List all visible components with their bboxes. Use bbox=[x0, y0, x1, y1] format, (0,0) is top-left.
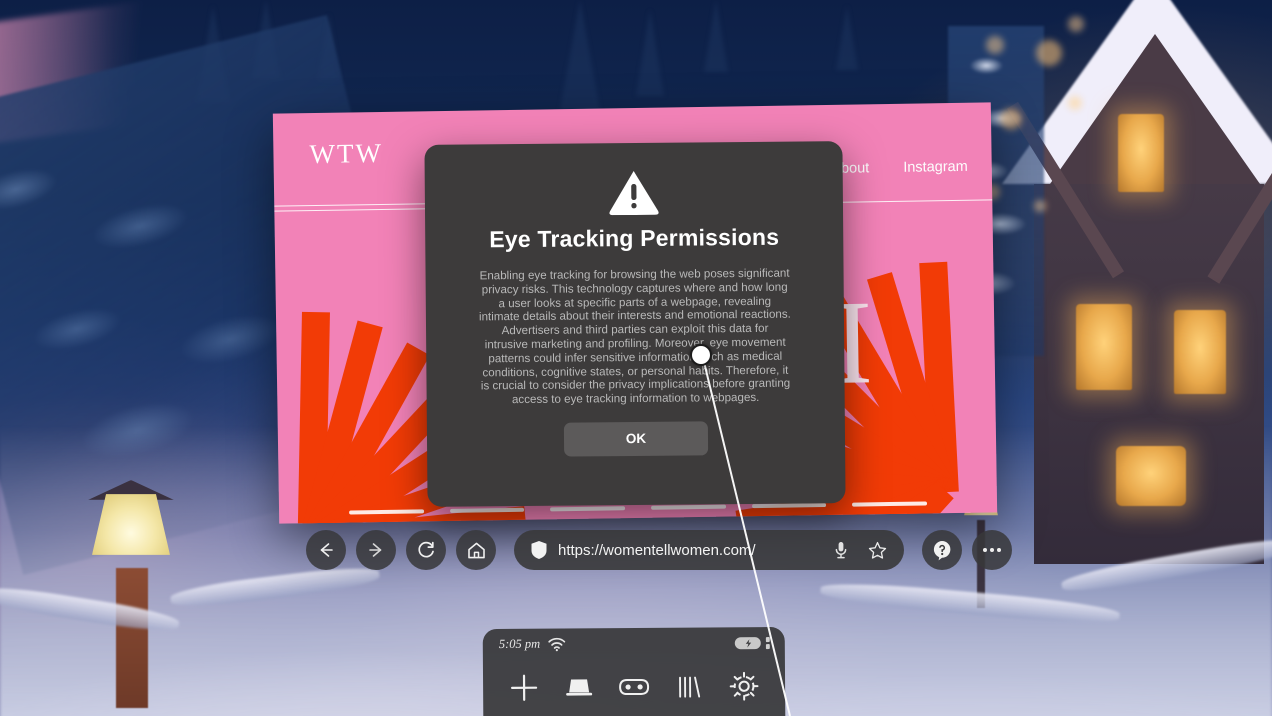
laptop-icon bbox=[566, 679, 593, 696]
pine-tree-icon bbox=[836, 6, 858, 70]
site-nav: About Instagram bbox=[831, 159, 968, 177]
bookmark-button[interactable] bbox=[864, 537, 890, 563]
cabin-window bbox=[1174, 310, 1226, 394]
lantern-post bbox=[116, 568, 148, 708]
bokeh-light bbox=[1068, 16, 1084, 32]
mask-icon bbox=[619, 678, 650, 696]
desktop-view-button[interactable] bbox=[558, 666, 600, 708]
forward-icon bbox=[369, 543, 382, 557]
bokeh-light bbox=[1036, 40, 1062, 66]
url-text[interactable]: https://womentellwomen.com/ bbox=[558, 542, 756, 559]
bokeh-light bbox=[1068, 96, 1082, 110]
plus-icon bbox=[511, 674, 538, 701]
more-options-button[interactable] bbox=[972, 530, 1012, 570]
battery-status bbox=[734, 634, 771, 652]
reload-icon bbox=[417, 541, 434, 557]
bokeh-light bbox=[1000, 108, 1022, 130]
settings-button[interactable] bbox=[723, 665, 765, 707]
microphone-icon bbox=[835, 542, 847, 559]
microphone-button[interactable] bbox=[828, 537, 854, 563]
url-bar[interactable]: https://womentellwomen.com/ bbox=[514, 530, 904, 570]
back-icon bbox=[320, 543, 333, 557]
help-button[interactable] bbox=[922, 530, 962, 570]
eye-tracking-permission-dialog[interactable]: Eye Tracking Permissions Enabling eye tr… bbox=[424, 141, 846, 507]
new-tab-button[interactable] bbox=[503, 667, 545, 709]
wifi-icon bbox=[548, 637, 566, 651]
warning-triangle-icon bbox=[609, 171, 659, 216]
nav-link-instagram[interactable]: Instagram bbox=[903, 159, 968, 176]
bokeh-light bbox=[1034, 200, 1046, 212]
back-button[interactable] bbox=[306, 530, 346, 570]
private-browsing-button[interactable] bbox=[613, 666, 655, 708]
bokeh-light bbox=[986, 36, 1004, 54]
pine-tree-icon bbox=[704, 0, 728, 72]
browser-toolbar: https://womentellwomen.com/ bbox=[306, 530, 1012, 570]
shield-icon[interactable] bbox=[530, 540, 548, 560]
pine-tree-icon bbox=[636, 10, 664, 96]
home-icon bbox=[467, 542, 485, 558]
gear-icon bbox=[729, 671, 759, 701]
clock-label: 5:05 pm bbox=[498, 636, 541, 651]
dock-buttons bbox=[483, 665, 785, 709]
star-icon bbox=[868, 541, 886, 559]
vr-dock[interactable]: 5:05 pm bbox=[482, 626, 786, 716]
vr-cursor[interactable] bbox=[690, 344, 712, 366]
dialog-title: Eye Tracking Permissions bbox=[489, 223, 780, 253]
battery-level-icon bbox=[765, 637, 770, 650]
dialog-body-text: Enabling eye tracking for browsing the w… bbox=[478, 266, 791, 407]
more-options-icon bbox=[983, 548, 1001, 552]
site-logo[interactable]: WTW bbox=[309, 138, 383, 170]
reload-button[interactable] bbox=[406, 530, 446, 570]
forward-button[interactable] bbox=[356, 530, 396, 570]
pine-tree-icon bbox=[560, 0, 600, 110]
cabin-window bbox=[1118, 114, 1164, 192]
help-icon bbox=[933, 541, 951, 561]
cabin-window bbox=[1116, 446, 1186, 506]
lantern-glass bbox=[92, 494, 170, 555]
ok-button[interactable]: OK bbox=[563, 421, 709, 457]
home-button[interactable] bbox=[456, 530, 496, 570]
headset-charging-icon bbox=[734, 637, 761, 650]
cabin-window bbox=[1076, 304, 1132, 390]
library-button[interactable] bbox=[668, 665, 710, 707]
library-icon bbox=[678, 676, 700, 698]
vr-browser-screen: WTW About Instagram I Eye Tracking Permi… bbox=[0, 0, 1272, 716]
dock-status: 5:05 pm bbox=[499, 636, 566, 651]
